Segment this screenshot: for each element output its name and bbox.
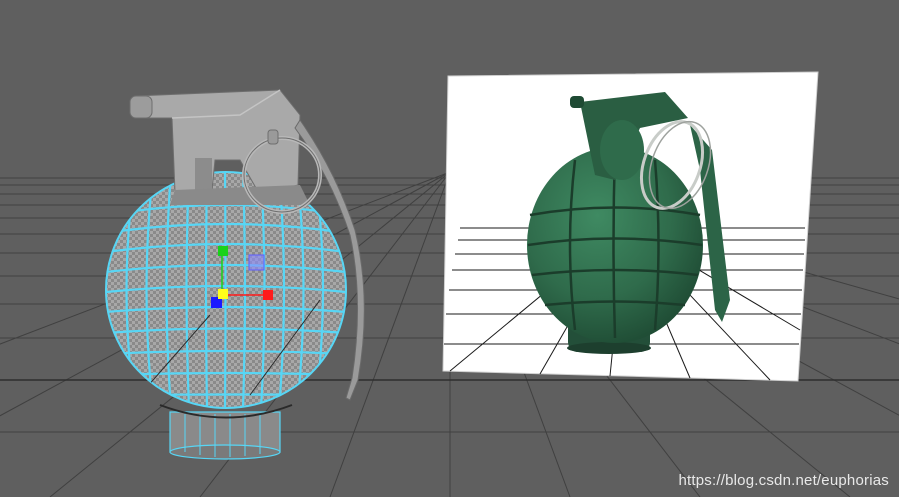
- watermark-url: https://blog.csdn.net/euphorias: [678, 472, 889, 489]
- translate-y-handle[interactable]: [218, 246, 228, 256]
- model-base-cylinder[interactable]: [169, 411, 281, 460]
- plane-handle[interactable]: [248, 254, 265, 271]
- reference-image-plane[interactable]: [442, 71, 819, 382]
- 3d-viewport[interactable]: https://blog.csdn.net/euphorias: [0, 0, 899, 497]
- center-handle[interactable]: [218, 289, 228, 299]
- viewport-canvas[interactable]: [0, 0, 899, 497]
- translate-x-handle[interactable]: [263, 290, 273, 300]
